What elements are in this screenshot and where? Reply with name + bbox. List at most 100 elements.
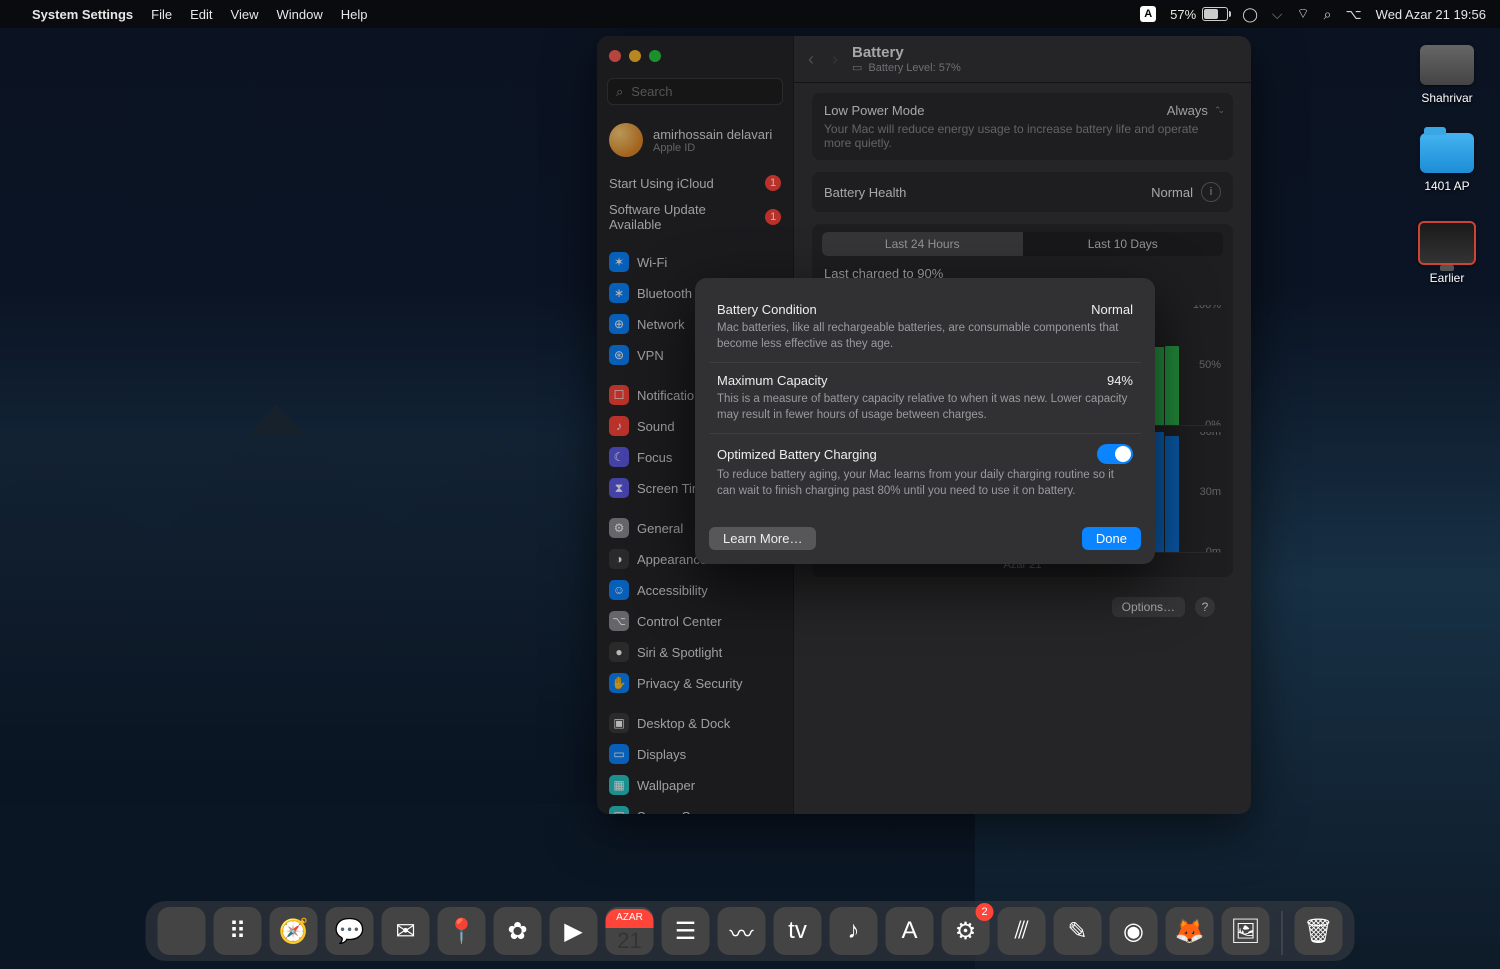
menu-view[interactable]: View bbox=[231, 7, 259, 22]
dock-music[interactable]: ♪ bbox=[830, 907, 878, 955]
user-icon[interactable]: ◯ bbox=[1242, 6, 1258, 23]
help-button[interactable]: ? bbox=[1195, 597, 1215, 617]
dock-safari[interactable]: 🧭 bbox=[270, 907, 318, 955]
dock-appstore[interactable]: A bbox=[886, 907, 934, 955]
desktop-item[interactable]: Earlier bbox=[1412, 221, 1482, 285]
sheet-row-desc: Mac batteries, like all rechargeable bat… bbox=[717, 321, 1133, 352]
low-power-row[interactable]: Low Power Mode Always Your Mac will redu… bbox=[812, 93, 1233, 160]
dock-photos[interactable]: ✿ bbox=[494, 907, 542, 955]
account-sub: Apple ID bbox=[653, 142, 772, 154]
sidebar-item[interactable]: ☺ Accessibility bbox=[603, 575, 787, 605]
battery-small-icon: ▭ bbox=[852, 61, 862, 74]
menu-file[interactable]: File bbox=[151, 7, 172, 22]
sidebar-banner[interactable]: Software Update Available1 bbox=[603, 197, 787, 237]
sidebar-item[interactable]: ▤Screen Saver bbox=[603, 801, 787, 814]
app-menu[interactable]: System Settings bbox=[32, 7, 133, 22]
sidebar-item-icon: ● bbox=[609, 642, 629, 662]
dock-finder[interactable] bbox=[158, 907, 206, 955]
learn-more-button[interactable]: Learn More… bbox=[709, 527, 816, 550]
parallels-icon bbox=[1418, 221, 1476, 265]
dock-freeform[interactable]: 〰 bbox=[718, 907, 766, 955]
dock-preview[interactable]: 🖼 bbox=[1222, 907, 1270, 955]
clock[interactable]: Wed Azar 21 19:56 bbox=[1376, 7, 1486, 22]
sidebar-item-label: Displays bbox=[637, 747, 686, 762]
forward-button[interactable]: › bbox=[828, 47, 842, 72]
tab-last-10d[interactable]: Last 10 Days bbox=[1023, 232, 1224, 256]
back-button[interactable]: ‹ bbox=[804, 47, 818, 72]
dock: ⠿ 🧭 💬 ✉︎ 📍 ✿ ▶ AZAR21 ☰ 〰 tv ♪ A ⚙2 ⫻ ✎ … bbox=[146, 901, 1355, 961]
dock-messages[interactable]: 💬 bbox=[326, 907, 374, 955]
desktop-item[interactable]: 1401 AP bbox=[1412, 133, 1482, 193]
info-icon[interactable]: i bbox=[1201, 182, 1221, 202]
sidebar-item-label: Desktop & Dock bbox=[637, 716, 730, 731]
bluetooth-off-icon[interactable]: ⌵ bbox=[1272, 6, 1283, 23]
dock-reminders[interactable]: ☰ bbox=[662, 907, 710, 955]
sidebar-item-icon: ⊕ bbox=[609, 314, 629, 334]
input-source-icon[interactable]: A bbox=[1140, 6, 1156, 22]
sidebar-item[interactable]: ✋Privacy & Security bbox=[603, 668, 787, 698]
sidebar-item[interactable]: ▦Wallpaper bbox=[603, 770, 787, 800]
search-field[interactable]: ⌕ bbox=[607, 78, 783, 105]
sidebar-item[interactable]: ▣Desktop & Dock bbox=[603, 708, 787, 738]
chart-bar bbox=[1165, 346, 1179, 425]
sidebar-item-label: Focus bbox=[637, 450, 672, 465]
control-center-icon[interactable]: ⌥ bbox=[1346, 6, 1362, 23]
dock-tv[interactable]: tv bbox=[774, 907, 822, 955]
sheet-row-desc: To reduce battery aging, your Mac learns… bbox=[717, 468, 1133, 499]
sidebar-item[interactable]: ✶Wi-Fi bbox=[603, 247, 787, 277]
dock-launchpad[interactable]: ⠿ bbox=[214, 907, 262, 955]
sidebar-item-icon: ♪ bbox=[609, 416, 629, 436]
options-button[interactable]: Options… bbox=[1112, 597, 1185, 617]
dock-trash[interactable]: 🗑 bbox=[1295, 907, 1343, 955]
sidebar-item-icon: ▤ bbox=[609, 806, 629, 814]
sidebar-item-label: Accessibility bbox=[637, 583, 708, 598]
close-button[interactable] bbox=[609, 50, 621, 62]
battery-health-label: Battery Health bbox=[824, 185, 906, 200]
apple-id-row[interactable]: amirhossain delavari Apple ID bbox=[597, 113, 793, 169]
sidebar-banner[interactable]: Start Using iCloud1 bbox=[603, 170, 787, 196]
battery-health-row[interactable]: Battery Health Normal i bbox=[812, 172, 1233, 212]
sidebar-item-icon: ✋ bbox=[609, 673, 629, 693]
toggle-switch[interactable] bbox=[1097, 444, 1133, 464]
sheet-row-value: Normal bbox=[1091, 302, 1133, 317]
sidebar-item-icon: ⌥ bbox=[609, 611, 629, 631]
spotlight-icon[interactable]: ⌕ bbox=[1324, 6, 1332, 23]
page-title: Battery bbox=[852, 44, 961, 61]
low-power-select[interactable]: Always bbox=[1167, 103, 1221, 118]
sidebar-item[interactable]: ●Siri & Spotlight bbox=[603, 637, 787, 667]
dock-firefox[interactable]: 🦊 bbox=[1166, 907, 1214, 955]
wifi-icon[interactable]: ⌔ bbox=[1297, 5, 1310, 23]
dock-calendar[interactable]: AZAR21 bbox=[606, 907, 654, 955]
calendar-month-label: AZAR bbox=[606, 909, 654, 928]
badge: 1 bbox=[765, 209, 781, 225]
history-range-tabs[interactable]: Last 24 Hours Last 10 Days bbox=[822, 232, 1223, 256]
traffic-lights bbox=[597, 36, 793, 70]
desktop-item-label: Earlier bbox=[1430, 271, 1465, 285]
dock-maps[interactable]: 📍 bbox=[438, 907, 486, 955]
sidebar-item-icon: ☺ bbox=[609, 580, 629, 600]
sidebar-item[interactable]: ⌥Control Center bbox=[603, 606, 787, 636]
minimize-button[interactable] bbox=[629, 50, 641, 62]
sidebar-item-icon: ▦ bbox=[609, 775, 629, 795]
desktop-item[interactable]: Shahrivar bbox=[1412, 45, 1482, 105]
dock-facetime[interactable]: ▶ bbox=[550, 907, 598, 955]
tab-last-24h[interactable]: Last 24 Hours bbox=[822, 232, 1023, 256]
dock-chrome[interactable]: ◉ bbox=[1110, 907, 1158, 955]
menu-window[interactable]: Window bbox=[276, 7, 322, 22]
menu-help[interactable]: Help bbox=[341, 7, 368, 22]
calendar-day-label: 21 bbox=[617, 928, 641, 954]
done-button[interactable]: Done bbox=[1082, 527, 1141, 550]
zoom-button[interactable] bbox=[649, 50, 661, 62]
dock-system-settings[interactable]: ⚙2 bbox=[942, 907, 990, 955]
dock-notes[interactable]: ✎ bbox=[1054, 907, 1102, 955]
dock-activity-monitor[interactable]: ⫻ bbox=[998, 907, 1046, 955]
dock-mail[interactable]: ✉︎ bbox=[382, 907, 430, 955]
sidebar-item[interactable]: ▭Displays bbox=[603, 739, 787, 769]
menu-edit[interactable]: Edit bbox=[190, 7, 212, 22]
battery-icon bbox=[1202, 7, 1228, 21]
badge: 1 bbox=[765, 175, 781, 191]
y-label: 50% bbox=[1183, 359, 1221, 371]
battery-status[interactable]: 57% bbox=[1170, 7, 1228, 22]
desktop-item-label: Shahrivar bbox=[1421, 91, 1472, 105]
search-input[interactable] bbox=[629, 83, 809, 100]
